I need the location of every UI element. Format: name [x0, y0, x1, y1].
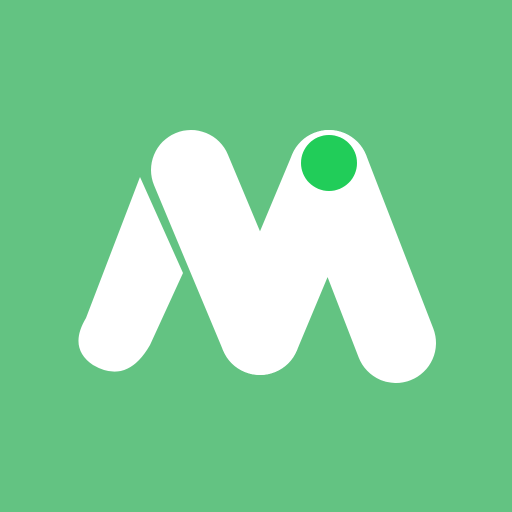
accent-dot-icon [301, 135, 357, 191]
app-icon [0, 0, 512, 512]
